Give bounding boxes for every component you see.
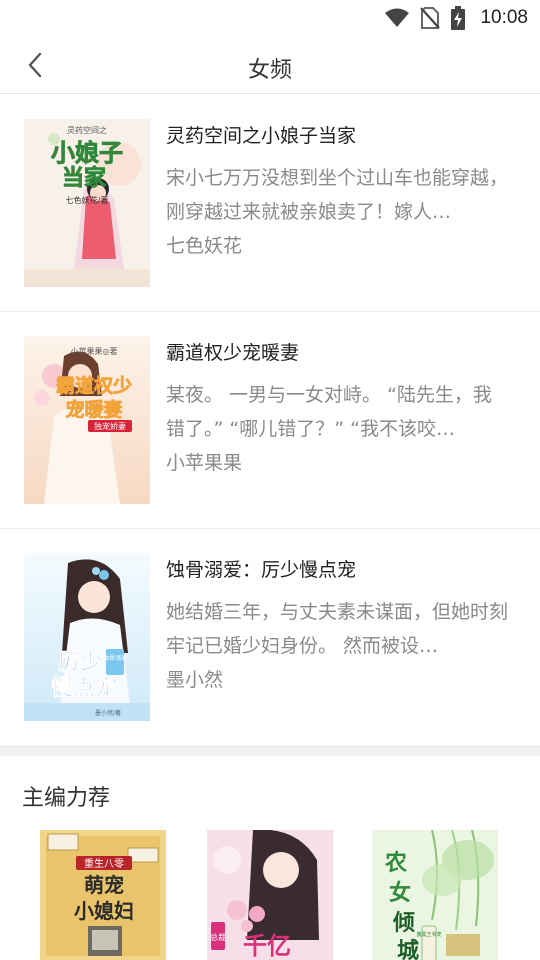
svg-text:总裁: 总裁 (210, 932, 226, 942)
book-item[interactable]: 灵药空间之 小娘子 当家 七色妖花/著 灵药空间之小娘子当家 宋小七万万没想到坐… (0, 95, 540, 312)
book-item[interactable]: 小苹果果◎著 霸道权少 宠暖妻 独宠娇妻 霸道权少宠暖妻 某夜。 一男与一女对峙… (0, 312, 540, 529)
recommend-cover-art: 总裁 千亿 (207, 830, 333, 960)
book-cover-art: 小苹果果◎著 霸道权少 宠暖妻 独宠娇妻 (24, 336, 150, 504)
battery-charging-icon (451, 6, 466, 30)
svg-text:灵药空间之: 灵药空间之 (67, 125, 107, 135)
book-cover[interactable]: 厉少 慢点宠 蚀骨溺爱 墨小然/著 (24, 553, 150, 721)
book-cover-art: 灵药空间之 小娘子 当家 七色妖花/著 (24, 119, 150, 287)
svg-text:腹黑王爷宠: 腹黑王爷宠 (416, 931, 441, 938)
status-bar: 10:08 (0, 0, 540, 36)
svg-text:慢点宠: 慢点宠 (51, 675, 117, 701)
svg-text:七色妖花/著: 七色妖花/著 (66, 195, 109, 205)
recommend-cover-art: 重生八零 萌宠 小媳妇 (40, 830, 166, 960)
recommend-row: 重生八零 萌宠 小媳妇 总裁 千亿 农 女 倾 城 腹黑王爷宠 (0, 830, 540, 960)
book-description: 某夜。 一男与一女对峙。 “陆先生，我错了。” “哪儿错了？” “我不该咬… (166, 384, 492, 440)
book-author: 七色妖花 (166, 235, 243, 257)
svg-text:农: 农 (384, 850, 407, 876)
svg-text:千亿: 千亿 (243, 932, 291, 960)
svg-text:霸道权少: 霸道权少 (56, 374, 132, 397)
book-cover-art: 厉少 慢点宠 蚀骨溺爱 墨小然/著 (24, 553, 150, 721)
recommend-cover[interactable]: 总裁 千亿 (207, 830, 333, 960)
book-description: 宋小七万万没想到坐个过山车也能穿越，刚穿越过来就被亲娘卖了！嫁人… (166, 167, 509, 223)
svg-text:蚀骨溺爱: 蚀骨溺爱 (103, 654, 127, 662)
svg-text:墨小然/著: 墨小然/著 (95, 709, 121, 717)
no-sim-icon (420, 7, 441, 29)
svg-text:小苹果果◎著: 小苹果果◎著 (71, 346, 118, 356)
book-cover[interactable]: 小苹果果◎著 霸道权少 宠暖妻 独宠娇妻 (24, 336, 150, 504)
book-author: 墨小然 (166, 669, 224, 691)
svg-text:倾: 倾 (392, 911, 415, 936)
svg-text:宠暖妻: 宠暖妻 (65, 398, 122, 421)
status-time: 10:08 (480, 7, 528, 28)
svg-text:独宠娇妻: 独宠娇妻 (94, 421, 126, 431)
svg-text:城: 城 (397, 938, 419, 960)
svg-text:小媳妇: 小媳妇 (74, 899, 134, 923)
book-list: 灵药空间之 小娘子 当家 七色妖花/著 灵药空间之小娘子当家 宋小七万万没想到坐… (0, 95, 540, 746)
svg-text:重生八零: 重生八零 (84, 857, 124, 870)
recommend-cover[interactable]: 重生八零 萌宠 小媳妇 (40, 830, 166, 960)
section-divider (0, 746, 540, 756)
svg-text:小娘子: 小娘子 (51, 139, 123, 167)
recommend-cover-art: 农 女 倾 城 腹黑王爷宠 (372, 830, 498, 960)
book-item[interactable]: 厉少 慢点宠 蚀骨溺爱 墨小然/著 蚀骨溺爱：厉少慢点宠 她结婚三年，与丈夫素未… (0, 529, 540, 746)
svg-text:厉少: 厉少 (58, 650, 102, 675)
book-cover[interactable]: 灵药空间之 小娘子 当家 七色妖花/著 (24, 119, 150, 287)
book-title[interactable]: 蚀骨溺爱：厉少慢点宠 (166, 555, 356, 582)
section-title: 主编力荐 (22, 786, 111, 811)
svg-text:萌宠: 萌宠 (84, 873, 124, 897)
svg-text:女: 女 (389, 880, 411, 906)
page-title: 女频 (247, 58, 292, 83)
book-title[interactable]: 霸道权少宠暖妻 (166, 338, 299, 365)
svg-text:当家: 当家 (62, 165, 107, 191)
book-description: 她结婚三年，与丈夫素未谋面，但她时刻牢记已婚少妇身份。 然而被设… (166, 601, 509, 657)
recommend-cover[interactable]: 农 女 倾 城 腹黑王爷宠 (372, 830, 498, 960)
book-title[interactable]: 灵药空间之小娘子当家 (166, 121, 356, 148)
wifi-icon (385, 8, 410, 27)
top-bar: 女频 (0, 36, 540, 94)
book-author: 小苹果果 (166, 452, 243, 474)
